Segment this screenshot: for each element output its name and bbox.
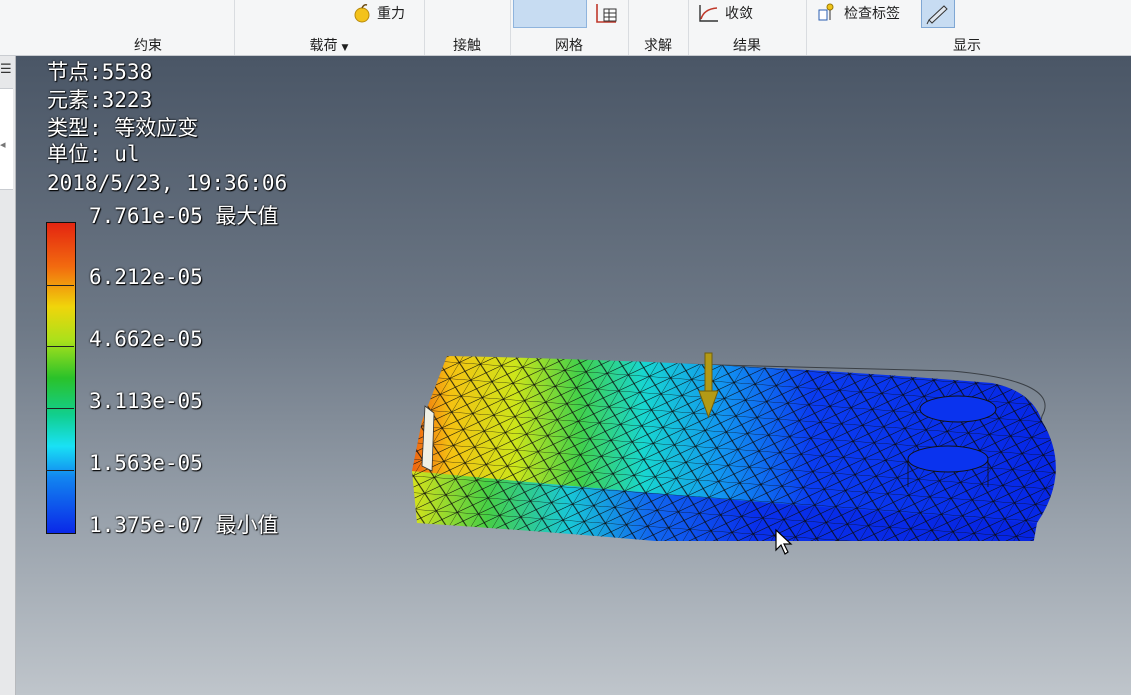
group-label-contacts: 接触: [453, 38, 481, 54]
gravity-label: 重力: [377, 6, 405, 22]
pen-icon: [926, 5, 948, 25]
legend-tick: [46, 408, 74, 409]
display-pen-button[interactable]: [921, 0, 955, 28]
probe-label-icon: [818, 3, 834, 21]
result-unit: 单位: ul: [47, 142, 140, 166]
gravity-button[interactable]: 重力: [352, 0, 405, 26]
group-contacts: 接触: [424, 0, 511, 55]
legend-label: 1.563e-05: [89, 451, 203, 475]
legend-label: 6.212e-05: [89, 265, 203, 289]
convergence-icon: [699, 5, 718, 22]
legend-tick: [46, 470, 74, 471]
group-loads: 重力 载荷 ▼: [234, 0, 425, 55]
result-type: 类型: 等效应变: [47, 116, 199, 140]
legend-tick: [46, 346, 74, 347]
menu-icon[interactable]: ☰: [0, 62, 12, 77]
group-label-solve: 求解: [644, 38, 672, 54]
chevron-down-icon: ▼: [341, 43, 349, 53]
fea-model[interactable]: [392, 291, 1072, 541]
legend-label: 4.662e-05: [89, 327, 203, 351]
elements-count: 元素:3223: [47, 88, 153, 112]
legend-min-label: 1.375e-07 最小值: [89, 513, 279, 537]
group-label-mesh: 网格: [555, 38, 583, 54]
mesh-view-button[interactable]: [513, 0, 587, 28]
group-constraints: 约束: [62, 0, 235, 55]
legend-max-label: 7.761e-05 最大值: [89, 204, 279, 228]
group-label-results: 结果: [733, 38, 761, 54]
group-display: 检查标签 显示: [806, 0, 1128, 55]
convergence-label: 收敛: [725, 6, 753, 22]
group-label-constraints: 约束: [134, 38, 162, 54]
group-label-loads[interactable]: 载荷 ▼: [234, 35, 424, 54]
legend-tick: [46, 285, 74, 286]
mesh-table-button[interactable]: [594, 0, 624, 28]
mouse-cursor-icon: [775, 528, 793, 555]
chevron-left-icon[interactable]: ◂: [0, 138, 6, 151]
loads-label: 载荷: [309, 38, 338, 54]
ribbon: 约束 重力 载荷 ▼ 接触 网格 求解 收敛 结果 检查标签 显示: [0, 0, 1131, 56]
table-chart-icon: [596, 4, 617, 23]
convergence-button[interactable]: 收敛: [698, 0, 753, 26]
group-results: 收敛 结果: [688, 0, 807, 55]
inspect-labels-label: 检查标签: [844, 6, 900, 22]
graphics-viewport[interactable]: 节点:5538 元素:3223 类型: 等效应变 单位: ul 2018/5/2…: [16, 56, 1131, 695]
nodes-count: 节点:5538: [47, 60, 153, 84]
legend-colorbar: [46, 222, 76, 534]
group-solve: 求解: [628, 0, 689, 55]
group-label-display: 显示: [953, 38, 981, 54]
result-timestamp: 2018/5/23, 19:36:06: [47, 171, 288, 195]
apple-icon: [354, 4, 370, 23]
inspect-labels-button[interactable]: 检查标签: [817, 0, 900, 26]
legend-label: 3.113e-05: [89, 389, 203, 413]
